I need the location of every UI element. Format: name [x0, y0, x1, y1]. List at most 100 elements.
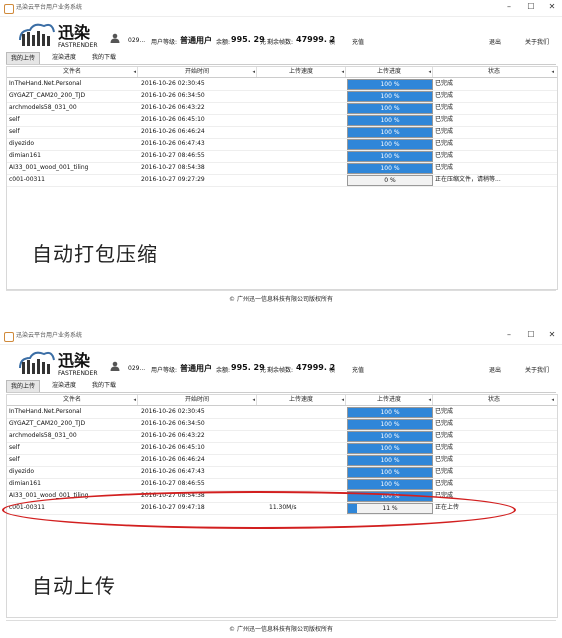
upload-progress-bar: 100 %: [347, 455, 433, 466]
upload-progress-bar: 100 %: [347, 151, 433, 162]
upload-speed-cell: [269, 102, 343, 114]
file-name-cell: self: [9, 444, 20, 451]
window-auto-upload: 迅染云平台用户业务系统 – ☐ ✕ 迅染 FASTRENDER 029... 用…: [0, 328, 562, 638]
status-cell: 已完成: [435, 468, 454, 475]
column-header-status[interactable]: 状态 ◂: [433, 395, 555, 405]
upload-progress-bar: 100 %: [347, 407, 433, 418]
tab-bar: 我的上传 渲染进度 我的下载: [6, 380, 556, 393]
upload-progress-bar: 100 %: [347, 419, 433, 430]
app-icon: [4, 332, 14, 342]
column-header-upload-progress[interactable]: 上传进度 ◂: [346, 395, 433, 405]
table-header: 文件名 ◂ 开始时间 ◂ 上传速度 ◂ 上传进度 ◂ 状态 ◂: [7, 395, 557, 406]
column-header-start-time[interactable]: 开始时间 ◂: [138, 67, 257, 77]
progress-text: 100 %: [380, 81, 400, 88]
column-header-start-time[interactable]: 开始时间 ◂: [138, 395, 257, 405]
frames-label: 剩余帧数:: [267, 367, 294, 374]
status-cell: 已完成: [435, 408, 454, 415]
column-header-filename[interactable]: 文件名 ◂: [7, 395, 138, 405]
file-name-cell: diyezido: [9, 468, 35, 475]
progress-text: 100 %: [380, 409, 400, 416]
upload-progress-bar: 100 %: [347, 139, 433, 150]
status-cell: 已完成: [435, 480, 454, 487]
about-link[interactable]: 关于我们: [525, 365, 549, 374]
feature-caption: 自动上传: [32, 574, 116, 598]
column-header-filename[interactable]: 文件名 ◂: [7, 67, 138, 77]
user-icon[interactable]: [110, 361, 120, 371]
upload-speed-cell: [269, 454, 343, 466]
column-header-upload-speed[interactable]: 上传速度 ◂: [257, 67, 346, 77]
user-id: 029...: [128, 365, 146, 372]
feature-caption: 自动打包压缩: [32, 242, 158, 266]
tab-my-uploads[interactable]: 我的上传: [6, 52, 40, 64]
tab-render-progress[interactable]: 渲染进度: [46, 380, 82, 391]
progress-text: 100 %: [380, 141, 400, 148]
progress-text: 0 %: [384, 177, 396, 184]
status-cell: 已完成: [435, 152, 454, 159]
close-icon[interactable]: ✕: [543, 330, 561, 339]
recharge-link[interactable]: 充值: [352, 365, 364, 374]
status-cell: 已完成: [435, 116, 454, 123]
header: 迅染 FASTRENDER 029... 用户等级: 普通用户 余额: 995.…: [0, 344, 562, 380]
table-row[interactable]: c001-00311 2016-10-27 09:27:29 正在压缩文件，请稍等.…: [7, 174, 557, 187]
recharge-link[interactable]: 充值: [352, 37, 364, 46]
file-name-cell: InTheHand.Net.Personal: [9, 80, 82, 87]
file-name-cell: diyezido: [9, 140, 35, 147]
start-time-cell: 2016-10-26 06:47:43: [141, 140, 205, 147]
minimize-icon[interactable]: –: [500, 2, 518, 11]
tab-my-downloads[interactable]: 我的下载: [86, 380, 122, 391]
start-time-cell: 2016-10-26 06:46:24: [141, 456, 205, 463]
file-name-cell: GYGAZT_CAM20_200_TJD: [9, 92, 86, 99]
start-time-cell: 2016-10-26 06:43:22: [141, 432, 205, 439]
column-header-upload-progress[interactable]: 上传进度 ◂: [346, 67, 433, 77]
upload-speed-cell: [269, 90, 343, 102]
file-name-cell: self: [9, 456, 20, 463]
logout-link[interactable]: 退出: [489, 37, 501, 46]
upload-speed-cell: [269, 114, 343, 126]
copyright-footer: © 广州迅一信息科技有限公司版权所有: [229, 626, 333, 633]
about-link[interactable]: 关于我们: [525, 37, 549, 46]
close-icon[interactable]: ✕: [543, 2, 561, 11]
start-time-cell: 2016-10-27 08:46:55: [141, 480, 205, 487]
upload-progress-bar: 100 %: [347, 127, 433, 138]
progress-text: 100 %: [380, 421, 400, 428]
upload-progress-bar: 100 %: [347, 103, 433, 114]
tab-render-progress[interactable]: 渲染进度: [46, 52, 82, 63]
file-name-cell: c001-00311: [9, 176, 46, 183]
status-cell: 已完成: [435, 104, 454, 111]
minimize-icon[interactable]: –: [500, 330, 518, 339]
window-auto-compress: 迅染云平台用户业务系统 – ☐ ✕ 迅染 FASTRENDER 029... 用…: [0, 0, 562, 310]
svg-text:迅染: 迅染: [58, 23, 91, 42]
column-header-upload-speed[interactable]: 上传速度 ◂: [257, 395, 346, 405]
header: 迅染 FASTRENDER 029... 用户等级: 普通用户 余额: 995.…: [0, 16, 562, 52]
tab-my-downloads[interactable]: 我的下载: [86, 52, 122, 63]
file-name-cell: archmodels58_031_00: [9, 104, 77, 111]
balance-label: 余额:: [216, 367, 231, 374]
progress-text: 100 %: [380, 457, 400, 464]
progress-text: 100 %: [380, 129, 400, 136]
xunran-logo: 迅染 FASTRENDER: [19, 23, 98, 49]
maximize-icon[interactable]: ☐: [522, 2, 540, 11]
xunran-logo: 迅染 FASTRENDER: [19, 351, 98, 377]
column-header-status[interactable]: 状态 ◂: [433, 67, 555, 77]
copyright-footer: © 广州迅一信息科技有限公司版权所有: [229, 296, 333, 303]
upload-speed-cell: [269, 78, 343, 90]
start-time-cell: 2016-10-26 06:45:10: [141, 116, 205, 123]
start-time-cell: 2016-10-27 08:46:55: [141, 152, 205, 159]
upload-progress-bar: 100 %: [347, 431, 433, 442]
window-title: 迅染云平台用户业务系统: [16, 4, 83, 11]
upload-speed-cell: [269, 406, 343, 418]
logout-link[interactable]: 退出: [489, 365, 501, 374]
svg-text:FASTRENDER: FASTRENDER: [58, 42, 98, 49]
upload-progress-bar: 100 %: [347, 479, 433, 490]
user-icon[interactable]: [110, 33, 120, 43]
upload-speed-cell: [269, 138, 343, 150]
title-bar: 迅染云平台用户业务系统 – ☐ ✕: [0, 328, 562, 345]
progress-text: 100 %: [380, 445, 400, 452]
progress-text: 100 %: [380, 165, 400, 172]
upload-speed-cell: [269, 430, 343, 442]
upload-row-highlight-ellipse: [2, 491, 516, 529]
tab-my-uploads[interactable]: 我的上传: [6, 380, 40, 392]
svg-text:迅染: 迅染: [58, 351, 91, 370]
maximize-icon[interactable]: ☐: [522, 330, 540, 339]
progress-text: 100 %: [380, 433, 400, 440]
